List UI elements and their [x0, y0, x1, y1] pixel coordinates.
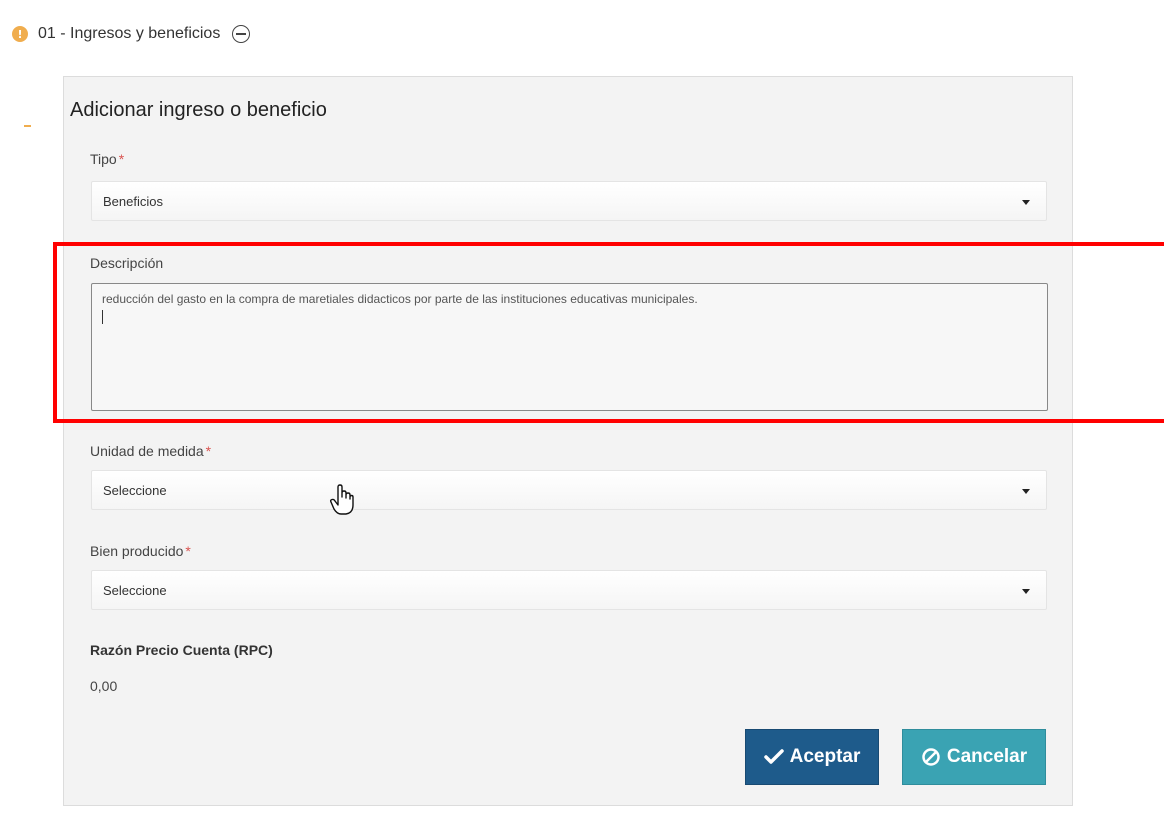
unidad-select[interactable]: Seleccione	[91, 470, 1047, 510]
tipo-select[interactable]: Beneficios	[91, 181, 1047, 221]
bien-label: Bien producido *	[90, 543, 191, 559]
unidad-selected-value: Seleccione	[103, 482, 167, 498]
descripcion-label: Descripción	[90, 255, 164, 271]
descripcion-textarea[interactable]: reducción del gasto en la compra de mare…	[91, 283, 1048, 411]
panel-title: Adicionar ingreso o beneficio	[70, 99, 327, 121]
required-mark: *	[205, 443, 212, 459]
accept-button[interactable]: Aceptar	[745, 729, 879, 785]
cancel-button[interactable]: Cancelar	[902, 729, 1046, 785]
descripcion-text: reducción del gasto en la compra de mare…	[102, 292, 698, 306]
tipo-label: Tipo *	[90, 151, 124, 167]
unidad-label-text: Unidad de medida	[90, 443, 204, 459]
section-title: 01 - Ingresos y beneficios	[38, 25, 221, 42]
tipo-selected-value: Beneficios	[103, 193, 163, 209]
check-icon	[763, 749, 784, 764]
add-income-panel: Adicionar ingreso o beneficio Tipo * Bene…	[63, 76, 1073, 806]
ban-icon	[922, 748, 940, 766]
required-mark: *	[185, 543, 191, 559]
rpc-label: Razón Precio Cuenta (RPC)	[90, 642, 273, 658]
accept-label: Aceptar	[789, 746, 861, 767]
unidad-label: Unidad de medida *	[90, 443, 211, 459]
bien-label-text: Bien producido	[90, 543, 184, 559]
warning-icon: !	[12, 26, 28, 42]
minus-circle-icon[interactable]	[232, 25, 251, 43]
bien-select[interactable]: Seleccione	[91, 570, 1047, 610]
chevron-down-icon	[1022, 589, 1030, 594]
chevron-down-icon	[1022, 489, 1030, 494]
side-marker	[24, 125, 31, 127]
required-mark: *	[118, 151, 125, 167]
chevron-down-icon	[1022, 200, 1030, 205]
bien-selected-value: Seleccione	[103, 582, 167, 598]
cancel-label: Cancelar	[946, 746, 1028, 767]
rpc-value: 0,00	[90, 678, 118, 694]
tipo-label-text: Tipo	[90, 151, 117, 167]
hand-pointer-icon	[329, 484, 354, 515]
section-header[interactable]: ! 01 - Ingresos y beneficios	[12, 22, 251, 46]
text-caret	[102, 310, 103, 324]
